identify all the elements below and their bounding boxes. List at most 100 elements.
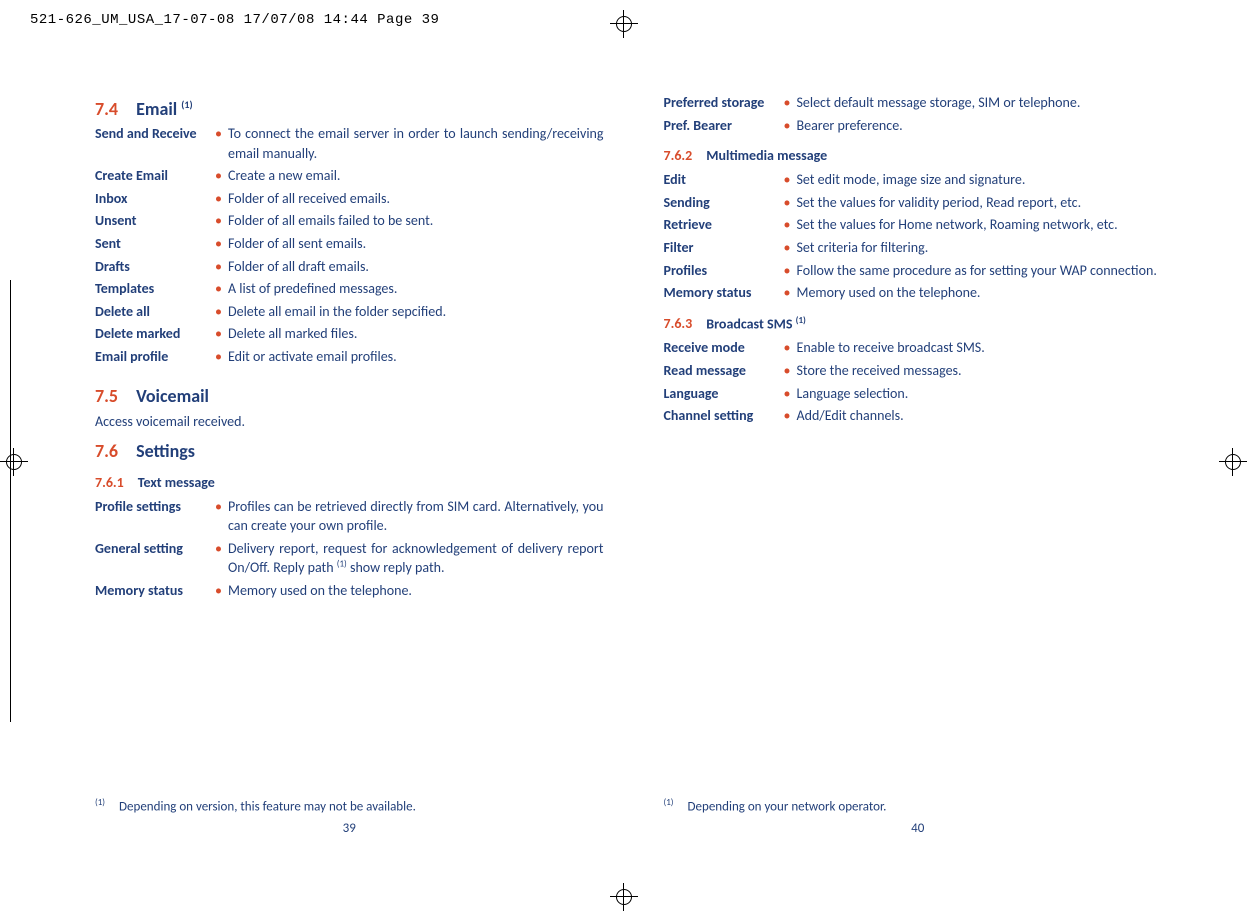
page-number-left: 39 <box>95 821 604 836</box>
footnote-right: (1) Depending on your network operator. <box>664 797 887 814</box>
description: Follow the same procedure as for setting… <box>796 261 1172 281</box>
content-columns: 7.4Email (1) Send and Receive•To connect… <box>95 90 1172 842</box>
bullet-icon: • <box>215 279 222 299</box>
definition-row: Unsent•Folder of all emails failed to be… <box>95 211 604 231</box>
section-number: 7.6 <box>95 440 118 462</box>
definition-row: Memory status•Memory used on the telepho… <box>664 283 1173 303</box>
definition-row: Channel setting•Add/Edit channels. <box>664 406 1173 426</box>
description: Set the values for validity period, Read… <box>796 193 1172 213</box>
term: Inbox <box>95 189 215 209</box>
description: Add/Edit channels. <box>796 406 1172 426</box>
footnote-sup: (1) <box>664 797 674 808</box>
bullet-icon: • <box>215 539 222 559</box>
description: Select default message storage, SIM or t… <box>796 93 1172 113</box>
definition-row: Templates•A list of predefined messages. <box>95 279 604 299</box>
registration-mark-right <box>1219 448 1247 476</box>
definition-row: Receive mode•Enable to receive broadcast… <box>664 338 1173 358</box>
bullet-icon: • <box>784 93 791 113</box>
bullet-icon: • <box>784 406 791 426</box>
description: Folder of all sent emails. <box>228 234 604 254</box>
term: Retrieve <box>664 215 784 235</box>
definition-row: Filter•Set criteria for filtering. <box>664 238 1173 258</box>
bullet-icon: • <box>784 215 791 235</box>
page: 521-626_UM_USA_17-07-08 17/07/08 14:44 P… <box>0 0 1247 922</box>
crop-left-line <box>10 280 11 722</box>
registration-mark-left <box>0 448 28 476</box>
term: General setting <box>95 539 215 559</box>
description: Folder of all emails failed to be sent. <box>228 211 604 231</box>
bullet-icon: • <box>215 257 222 277</box>
bullet-icon: • <box>784 261 791 281</box>
bullet-icon: • <box>215 581 222 601</box>
footnote-text: Depending on version, this feature may n… <box>119 799 416 814</box>
definition-row: Sent•Folder of all sent emails. <box>95 234 604 254</box>
subsection-number: 7.6.1 <box>95 474 124 491</box>
term: Edit <box>664 170 784 190</box>
bullet-icon: • <box>215 324 222 344</box>
description: Language selection. <box>796 384 1172 404</box>
footnote-text: Depending on your network operator. <box>688 799 887 814</box>
description: Bearer preference. <box>796 116 1172 136</box>
description: Store the received messages. <box>796 361 1172 381</box>
print-header: 521-626_UM_USA_17-07-08 17/07/08 14:44 P… <box>30 12 1217 28</box>
term: Receive mode <box>664 338 784 358</box>
term: Memory status <box>95 581 215 601</box>
description: Set edit mode, image size and signature. <box>796 170 1172 190</box>
definition-row: Create Email•Create a new email. <box>95 166 604 186</box>
term: Channel setting <box>664 406 784 426</box>
subsection-title: Broadcast SMS <box>706 315 792 332</box>
bullet-icon: • <box>784 361 791 381</box>
subsection-number: 7.6.3 <box>664 315 693 332</box>
definition-row: Inbox•Folder of all received emails. <box>95 189 604 209</box>
section-title: Settings <box>136 440 195 462</box>
term: Send and Receive <box>95 124 215 144</box>
term: Profiles <box>664 261 784 281</box>
section-sup: (1) <box>181 98 192 111</box>
definition-row: Preferred storage•Select default message… <box>664 93 1173 113</box>
term: Read message <box>664 361 784 381</box>
bullet-icon: • <box>784 193 791 213</box>
subsection-title: Text message <box>138 474 215 491</box>
description: Profiles can be retrieved directly from … <box>228 497 604 536</box>
subsection-sup: (1) <box>796 315 806 326</box>
term: Filter <box>664 238 784 258</box>
section-7-5: 7.5 Voicemail <box>95 385 604 407</box>
bullet-icon: • <box>784 283 791 303</box>
definition-row: Edit•Set edit mode, image size and signa… <box>664 170 1173 190</box>
bullet-icon: • <box>215 302 222 322</box>
subsection-number: 7.6.2 <box>664 147 693 164</box>
section-7-5-body: Access voicemail received. <box>95 413 604 430</box>
section-7-6-1: 7.6.1 Text message <box>95 474 604 491</box>
definition-row: Profiles•Follow the same procedure as fo… <box>664 261 1173 281</box>
section-number: 7.5 <box>95 385 118 407</box>
description: Memory used on the telephone. <box>228 581 604 601</box>
term: Pref. Bearer <box>664 116 784 136</box>
bullet-icon: • <box>784 384 791 404</box>
description: To connect the email server in order to … <box>228 124 604 163</box>
registration-mark-bottom <box>610 883 638 911</box>
term: Create Email <box>95 166 215 186</box>
section-number: 7.4 <box>95 98 118 120</box>
bullet-icon: • <box>784 170 791 190</box>
definition-row: Drafts•Folder of all draft emails. <box>95 257 604 277</box>
bullet-icon: • <box>215 497 222 517</box>
footnote-sup: (1) <box>95 797 105 808</box>
term: Delete all <box>95 302 215 322</box>
bullet-icon: • <box>784 238 791 258</box>
definition-row: Read message•Store the received messages… <box>664 361 1173 381</box>
term: Language <box>664 384 784 404</box>
description-sup: (1) <box>337 559 347 570</box>
right-column: Preferred storage•Select default message… <box>664 90 1173 842</box>
section-title: Voicemail <box>136 385 209 407</box>
section-7-6-2: 7.6.2Multimedia message <box>664 147 1173 164</box>
description: Delete all marked files. <box>228 324 604 344</box>
term: Memory status <box>664 283 784 303</box>
bullet-icon: • <box>215 124 222 144</box>
description: Set the values for Home network, Roaming… <box>796 215 1172 235</box>
description: Delete all email in the folder sepcified… <box>228 302 604 322</box>
term: Profile settings <box>95 497 215 517</box>
left-column: 7.4Email (1) Send and Receive•To connect… <box>95 90 604 842</box>
definition-row: Delete marked•Delete all marked files. <box>95 324 604 344</box>
description: Set criteria for filtering. <box>796 238 1172 258</box>
term: Drafts <box>95 257 215 277</box>
